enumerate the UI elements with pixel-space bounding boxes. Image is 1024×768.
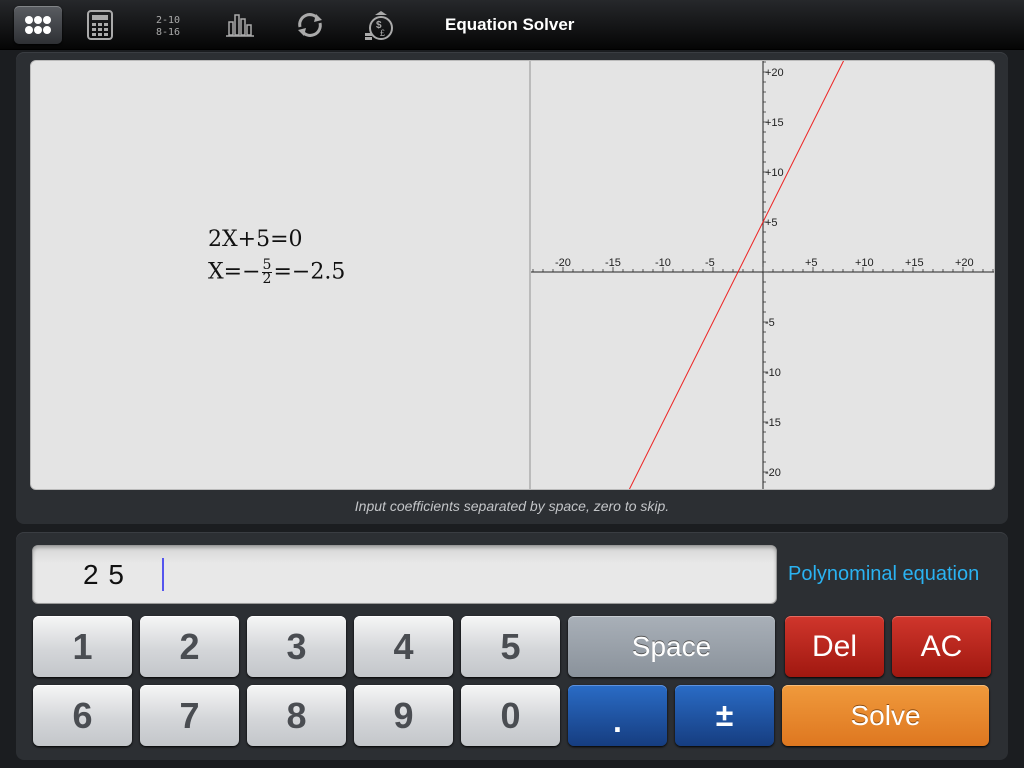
x-tick-label: +5 — [805, 257, 818, 269]
y-tick-label: +10 — [765, 167, 784, 179]
function-graph: -20 -15 -10 -5 +5 +10 +15 +20 +20 +15 +10 +5 -5 -10 -1… — [530, 60, 995, 490]
calculator-button[interactable] — [76, 6, 124, 44]
text-caret — [162, 558, 164, 591]
base-converter-icon: 2-10 8-16 — [156, 15, 180, 38]
unit-conversion-icon — [298, 13, 322, 37]
app-root: 2-10 8-16 $ £ Equation Solver 2X+5=0 X=−… — [0, 0, 1024, 768]
top-toolbar: 2-10 8-16 $ £ Equation Solver — [0, 0, 1024, 50]
delete-button[interactable]: Del — [785, 616, 884, 677]
y-tick-label: +20 — [765, 67, 784, 79]
x-tick-label: -20 — [555, 257, 571, 269]
page-title: Equation Solver — [445, 15, 575, 34]
y-tick-label: +5 — [765, 217, 778, 229]
x-tick-label: -10 — [655, 257, 671, 269]
space-button[interactable]: Space — [568, 616, 775, 677]
solution-decimal: −2.5 — [291, 259, 346, 285]
statistics-icon — [226, 14, 254, 37]
x-tick-label: +15 — [905, 257, 924, 269]
calculator-icon — [87, 10, 113, 40]
currency-button[interactable]: $ £ — [356, 6, 404, 44]
app-menu-button[interactable] — [14, 6, 62, 44]
y-tick-label: +15 — [765, 117, 784, 129]
key-4[interactable]: 4 — [354, 616, 453, 677]
key-7[interactable]: 7 — [140, 685, 239, 746]
fraction-denominator: 2 — [262, 271, 272, 287]
y-tick-label: -20 — [765, 467, 781, 479]
x-tick-label: +10 — [855, 257, 874, 269]
y-tick-label: -15 — [765, 417, 781, 429]
coefficient-input-value: 2 5 — [83, 559, 125, 590]
key-9[interactable]: 9 — [354, 685, 453, 746]
equation-rhs: 0 — [288, 227, 303, 252]
sign-toggle-button[interactable]: ± — [675, 685, 774, 746]
svg-text:8-16: 8-16 — [156, 27, 180, 38]
x-tick-label: -15 — [605, 257, 621, 269]
function-plot-line — [628, 61, 845, 489]
x-tick-label: +20 — [955, 257, 974, 269]
equation-line: 2X+5=0 — [208, 227, 303, 252]
svg-text:£: £ — [380, 28, 385, 38]
solution-display: 2X+5=0 X=− 5 2 =−2.5 — [30, 60, 530, 490]
unit-conversion-button[interactable] — [286, 6, 334, 44]
base-converter-button[interactable]: 2-10 8-16 — [146, 6, 194, 44]
decimal-point-button[interactable]: . — [568, 685, 667, 746]
all-clear-button[interactable]: AC — [892, 616, 991, 677]
solution-line: X=− 5 2 =−2.5 — [208, 257, 346, 287]
coefficient-input[interactable]: 2 5 — [32, 545, 777, 604]
key-1[interactable]: 1 — [33, 616, 132, 677]
solution-variable: X — [208, 259, 224, 285]
key-2[interactable]: 2 — [140, 616, 239, 677]
y-tick-label: -5 — [765, 317, 775, 329]
solution-fraction: 52 — [261, 258, 273, 287]
input-hint: Input coefficients separated by space, z… — [354, 498, 670, 514]
key-3[interactable]: 3 — [247, 616, 346, 677]
solve-button[interactable]: Solve — [782, 685, 989, 746]
x-tick-label: -5 — [705, 257, 715, 269]
y-tick-label: -10 — [765, 367, 781, 379]
currency-icon: $ £ — [365, 11, 393, 40]
svg-text:2-10: 2-10 — [156, 15, 180, 26]
key-6[interactable]: 6 — [33, 685, 132, 746]
graph-canvas: -20 -15 -10 -5 +5 +10 +15 +20 +20 +15 +10 +5 -5 -10 -1… — [531, 61, 994, 489]
app-menu-icon — [25, 16, 51, 34]
equation-mode-label[interactable]: Polynominal equation — [788, 563, 979, 586]
key-8[interactable]: 8 — [247, 685, 346, 746]
statistics-button[interactable] — [216, 6, 264, 44]
equation-lhs: 2X+5 — [208, 227, 271, 252]
key-5[interactable]: 5 — [461, 616, 560, 677]
key-0[interactable]: 0 — [461, 685, 560, 746]
